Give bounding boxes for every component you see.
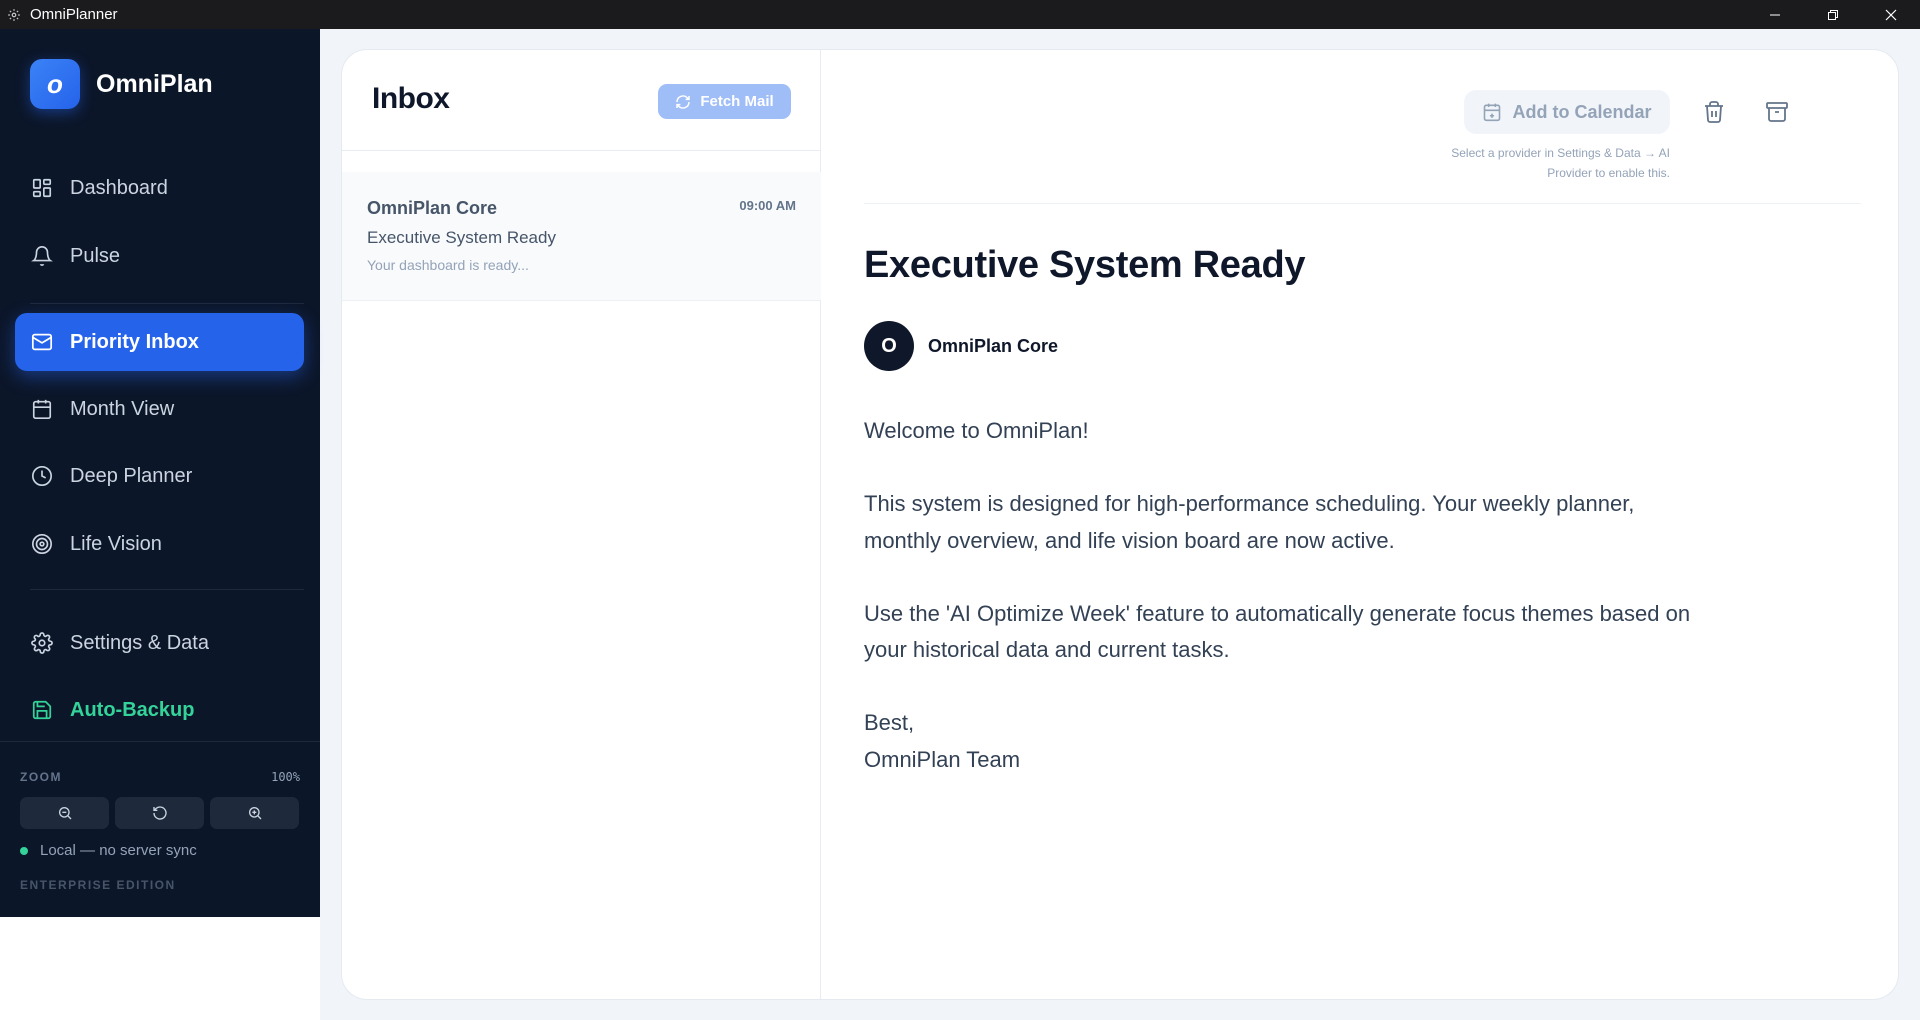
mail-list-item[interactable]: OmniPlan Core 09:00 AM Executive System … bbox=[342, 172, 821, 301]
sender-avatar: O bbox=[864, 321, 914, 371]
fetch-mail-label: Fetch Mail bbox=[700, 93, 774, 110]
delete-button[interactable] bbox=[1700, 98, 1728, 126]
fetch-mail-button[interactable]: Fetch Mail bbox=[658, 84, 791, 119]
nav-divider bbox=[30, 589, 304, 590]
email-subject: Executive System Ready bbox=[864, 244, 1306, 286]
nav-label: Settings & Data bbox=[70, 631, 209, 654]
email-paragraph: Welcome to OmniPlan! bbox=[864, 418, 1089, 443]
nav-item-life-vision[interactable]: Life Vision bbox=[15, 515, 304, 573]
nav-label: Pulse bbox=[70, 244, 121, 267]
email-signature: OmniPlan Team bbox=[864, 746, 1021, 772]
email-paragraph: Use the 'AI Optimize Week' feature to au… bbox=[864, 600, 1691, 663]
window-title: OmniPlanner bbox=[30, 6, 118, 23]
provider-hint: Select a provider in Settings & Data → A… bbox=[1451, 146, 1670, 180]
add-to-calendar-label: Add to Calendar bbox=[1512, 101, 1652, 122]
nav-divider bbox=[30, 303, 304, 304]
save-disk-icon bbox=[30, 698, 54, 722]
sync-status-text: Local — no server sync bbox=[40, 842, 197, 859]
nav-item-settings[interactable]: Settings & Data bbox=[15, 614, 304, 672]
nav-label: Life Vision bbox=[70, 532, 162, 555]
bell-icon bbox=[30, 244, 54, 268]
zoom-out-button[interactable] bbox=[20, 797, 109, 829]
calendar-plus-icon bbox=[1482, 102, 1502, 122]
dashboard-grid-icon bbox=[30, 176, 54, 200]
main-card: Inbox Fetch Mail OmniPlan Core 09:00 AM … bbox=[341, 49, 1899, 1000]
brand[interactable]: o OmniPlan bbox=[30, 59, 213, 109]
zoom-in-button[interactable] bbox=[210, 797, 299, 829]
mail-subject: Executive System Ready bbox=[367, 228, 556, 247]
restore-icon bbox=[1828, 9, 1838, 20]
inbox-header: Inbox Fetch Mail bbox=[342, 50, 821, 151]
add-to-calendar-button[interactable]: Add to Calendar bbox=[1464, 90, 1670, 134]
restore-button[interactable] bbox=[1804, 0, 1862, 29]
nav-label: Month View bbox=[70, 397, 175, 420]
app-gear-icon bbox=[6, 7, 22, 23]
sync-status: Local — no server sync bbox=[20, 842, 197, 859]
nav-item-month-view[interactable]: Month View bbox=[15, 380, 304, 438]
email-paragraph: This system is designed for high-perform… bbox=[864, 491, 1635, 553]
email-signoff: Best, bbox=[864, 710, 915, 735]
calendar-icon bbox=[30, 397, 54, 421]
nav-item-deep-planner[interactable]: Deep Planner bbox=[15, 447, 304, 505]
clock-icon bbox=[30, 464, 54, 488]
email-body: Welcome to OmniPlan! This system is desi… bbox=[864, 413, 1704, 778]
archive-button[interactable] bbox=[1763, 98, 1791, 126]
nav-item-auto-backup[interactable]: Auto-Backup bbox=[15, 681, 304, 739]
inbox-title: Inbox bbox=[372, 82, 450, 115]
sender-name: OmniPlan Core bbox=[928, 336, 1059, 356]
title-bar: OmniPlanner bbox=[0, 0, 1920, 29]
zoom-reset-button[interactable] bbox=[115, 797, 204, 829]
nav-label: Dashboard bbox=[70, 176, 168, 199]
zoom-label: ZOOM bbox=[20, 770, 62, 784]
brand-logo: o bbox=[30, 59, 80, 109]
nav-item-dashboard[interactable]: Dashboard bbox=[15, 159, 304, 217]
close-icon bbox=[1885, 9, 1897, 20]
nav-item-pulse[interactable]: Pulse bbox=[15, 227, 304, 285]
sidebar: o OmniPlan Dashboard Pulse Priority Inbo… bbox=[0, 29, 320, 917]
zoom-in-icon bbox=[248, 807, 261, 820]
reset-rotate-icon bbox=[152, 806, 167, 820]
brand-logo-letter: o bbox=[47, 68, 63, 99]
nav-label: Deep Planner bbox=[70, 464, 193, 487]
zoom-out-icon bbox=[58, 807, 71, 820]
minimize-button[interactable] bbox=[1746, 0, 1804, 29]
refresh-icon bbox=[675, 94, 691, 110]
window-controls bbox=[1746, 0, 1920, 29]
nav-label: Auto-Backup bbox=[70, 698, 195, 721]
reader-divider bbox=[864, 203, 1861, 204]
minimize-icon bbox=[1770, 14, 1780, 15]
zoom-controls bbox=[20, 797, 299, 829]
sidebar-empty-area bbox=[0, 917, 320, 1020]
zoom-value: 100% bbox=[271, 770, 300, 784]
trash-icon bbox=[1705, 101, 1723, 123]
mail-preview: Your dashboard is ready... bbox=[367, 257, 529, 273]
target-icon bbox=[30, 532, 54, 556]
status-dot bbox=[20, 846, 28, 855]
settings-gear-icon bbox=[30, 631, 54, 655]
archive-icon bbox=[1766, 102, 1788, 122]
close-button[interactable] bbox=[1862, 0, 1920, 29]
mail-time: 09:00 AM bbox=[739, 198, 796, 213]
mail-reader-pane: Add to Calendar Select a provider in Set… bbox=[822, 50, 1898, 999]
inbox-list-pane: Inbox Fetch Mail OmniPlan Core 09:00 AM … bbox=[342, 50, 821, 999]
mail-sender: OmniPlan Core bbox=[367, 198, 498, 218]
sidebar-footer: ZOOM 100% Local — no server sync ENTERPR… bbox=[0, 741, 320, 917]
edition-label: ENTERPRISE EDITION bbox=[20, 878, 176, 892]
nav-item-priority-inbox[interactable]: Priority Inbox bbox=[15, 313, 304, 371]
brand-name: OmniPlan bbox=[96, 69, 213, 98]
nav-label: Priority Inbox bbox=[70, 330, 199, 353]
mail-icon bbox=[30, 330, 54, 354]
